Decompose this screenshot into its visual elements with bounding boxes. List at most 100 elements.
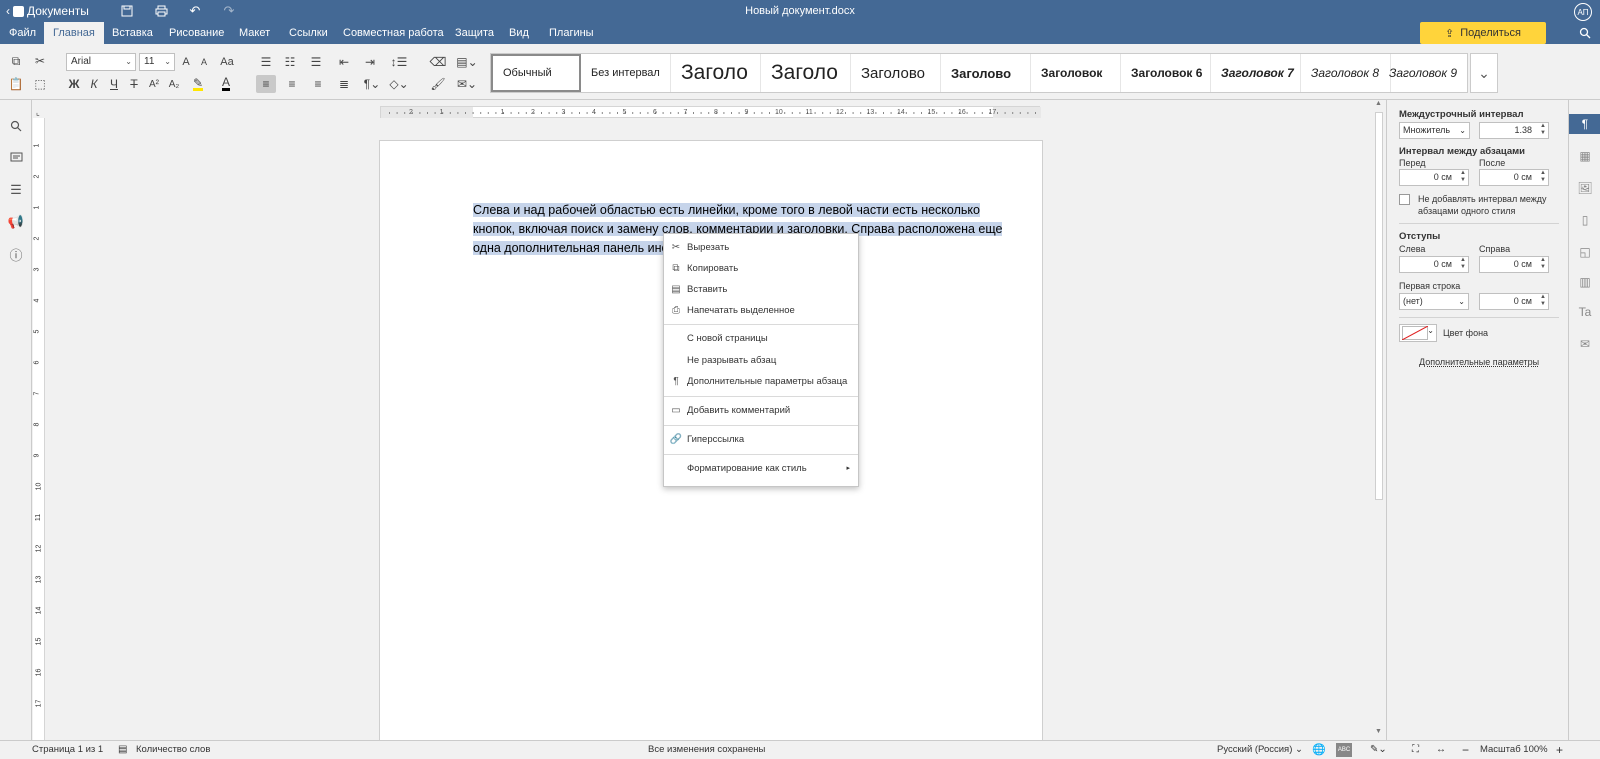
- style-heading-8[interactable]: Заголовок 8: [1301, 54, 1391, 92]
- menu-item-print-selection[interactable]: ⎙ Напечатать выделенное: [664, 300, 858, 321]
- decrease-indent-icon[interactable]: ⇤: [334, 53, 354, 71]
- clear-format-icon[interactable]: ⌫: [428, 53, 448, 71]
- shape-settings-icon[interactable]: ◱: [1575, 242, 1595, 262]
- feedback-icon[interactable]: 📢: [6, 212, 26, 232]
- spacing-after-input[interactable]: 0 см ▲ ▼: [1479, 169, 1549, 186]
- print-icon[interactable]: [152, 3, 170, 19]
- tab-draw[interactable]: Рисование: [160, 22, 233, 44]
- tab-home[interactable]: Главная: [44, 22, 104, 44]
- increase-indent-icon[interactable]: ⇥: [360, 53, 380, 71]
- tab-layout[interactable]: Макет: [230, 22, 279, 44]
- back-to-documents[interactable]: ‹ Документы: [6, 3, 89, 19]
- tab-plugins[interactable]: Плагины: [540, 22, 603, 44]
- underline-button[interactable]: Ч: [104, 75, 124, 93]
- word-count[interactable]: Количество слов: [136, 741, 210, 759]
- style-heading-1[interactable]: Заголо: [671, 54, 761, 92]
- tab-insert[interactable]: Вставка: [103, 22, 162, 44]
- font-name-select[interactable]: Arial ⌄: [66, 53, 136, 71]
- menu-item-hyperlink[interactable]: 🔗 Гиперссылка: [664, 429, 858, 450]
- align-left-icon[interactable]: ≡: [256, 75, 276, 93]
- style-heading-9[interactable]: Заголовок 9: [1379, 54, 1469, 92]
- language-select[interactable]: Русский (Россия) ⌄: [1217, 741, 1303, 759]
- superscript-button[interactable]: A²: [144, 75, 164, 93]
- justify-icon[interactable]: ≣: [334, 75, 354, 93]
- scroll-down-icon[interactable]: ▼: [1375, 728, 1382, 735]
- vertical-scrollbar[interactable]: ▲ ▼: [1373, 100, 1385, 740]
- undo-icon[interactable]: ↶: [186, 3, 204, 19]
- menu-item-page-break-before[interactable]: С новой страницы: [664, 328, 858, 349]
- table-settings-icon[interactable]: ▦: [1575, 146, 1595, 166]
- strikethrough-button[interactable]: Т: [124, 75, 144, 93]
- redo-icon[interactable]: ↷: [220, 3, 238, 19]
- zoom-in-button[interactable]: +: [1556, 741, 1563, 759]
- tab-stop-selector[interactable]: ⌞: [36, 108, 46, 118]
- spacing-before-input[interactable]: 0 см ▲ ▼: [1399, 169, 1469, 186]
- menu-item-cut[interactable]: ✂ Вырезать: [664, 237, 858, 258]
- style-heading-2[interactable]: Заголо: [761, 54, 851, 92]
- spinner-icon[interactable]: ▲ ▼: [1540, 123, 1546, 137]
- cut-icon[interactable]: ✂: [30, 52, 50, 70]
- scroll-up-icon[interactable]: ▲: [1375, 100, 1382, 107]
- spinner-icon[interactable]: ▲ ▼: [1460, 257, 1466, 271]
- spinner-icon[interactable]: ▲ ▼: [1460, 170, 1466, 184]
- paste-icon[interactable]: 📋: [6, 75, 26, 93]
- italic-button[interactable]: К: [84, 75, 104, 93]
- save-icon[interactable]: [118, 3, 136, 19]
- style-normal[interactable]: Обычный: [491, 54, 581, 92]
- font-color-button[interactable]: A: [214, 75, 238, 93]
- indent-left-input[interactable]: 0 см ▲ ▼: [1399, 256, 1469, 273]
- header-footer-icon[interactable]: ▯: [1575, 210, 1595, 230]
- format-painter-icon[interactable]: 🖌: [428, 75, 448, 93]
- style-heading-5[interactable]: Заголовок: [1031, 54, 1121, 92]
- bg-color-picker[interactable]: ⌄: [1399, 324, 1437, 342]
- scrollbar-thumb[interactable]: [1375, 112, 1383, 500]
- text-art-icon[interactable]: Ta: [1575, 302, 1595, 322]
- paragraph-settings-icon[interactable]: ¶: [1569, 114, 1600, 134]
- line-spacing-mode-select[interactable]: Множитель ⌄: [1399, 122, 1470, 139]
- menu-item-keep-lines[interactable]: Не разрывать абзац: [664, 350, 858, 371]
- fit-page-icon[interactable]: ⛶: [1412, 741, 1419, 759]
- page-info[interactable]: Страница 1 из 1: [32, 741, 103, 759]
- image-settings-icon[interactable]: 🖼: [1575, 178, 1595, 198]
- mail-merge-icon[interactable]: ✉: [1575, 334, 1595, 354]
- menu-item-format-as-style[interactable]: Форматирование как стиль ▸: [664, 458, 858, 479]
- style-heading-4[interactable]: Заголово: [941, 54, 1031, 92]
- tab-protection[interactable]: Защита: [446, 22, 503, 44]
- tab-file[interactable]: Файл: [0, 22, 45, 44]
- select-all-icon[interactable]: ⬚: [30, 75, 50, 93]
- comments-icon[interactable]: [6, 148, 26, 168]
- info-icon[interactable]: ⓘ: [6, 244, 26, 264]
- fit-width-icon[interactable]: ↔: [1436, 741, 1446, 759]
- highlight-icon[interactable]: ✎: [186, 75, 210, 93]
- bold-button[interactable]: Ж: [64, 75, 84, 93]
- doc-language-icon[interactable]: 🌐: [1312, 741, 1326, 759]
- vertical-ruler[interactable]: 1 2 1 2 3 4 5 6 7 8 9 10 11 12 13 14 15 16 17: [33, 118, 45, 740]
- user-avatar[interactable]: АП: [1574, 3, 1592, 21]
- spellcheck-icon[interactable]: ABC: [1336, 743, 1352, 757]
- advanced-settings-link[interactable]: Дополнительные параметры: [1419, 357, 1539, 367]
- horizontal-ruler[interactable]: 2 1 1 2 3 4 5 6 7 8 9 10 11 12 13 14 15 16 17: [380, 106, 1041, 119]
- tab-view[interactable]: Вид: [500, 22, 538, 44]
- style-no-spacing[interactable]: Без интервал: [581, 54, 671, 92]
- menu-item-add-comment[interactable]: ▭ Добавить комментарий: [664, 400, 858, 421]
- pilcrow-icon[interactable]: ¶⌄: [360, 75, 384, 93]
- menu-item-copy[interactable]: ⧉ Копировать: [664, 258, 858, 279]
- style-heading-3[interactable]: Заголово: [851, 54, 941, 92]
- style-heading-6[interactable]: Заголовок 6: [1121, 54, 1211, 92]
- numbered-list-icon[interactable]: ☷: [280, 53, 300, 71]
- tab-references[interactable]: Ссылки: [280, 22, 337, 44]
- spinner-icon[interactable]: ▲ ▼: [1540, 257, 1546, 271]
- track-changes-icon[interactable]: ✎⌄: [1370, 741, 1387, 759]
- share-button[interactable]: ⇪ Поделиться: [1420, 22, 1546, 44]
- multilevel-list-icon[interactable]: ☰: [306, 53, 326, 71]
- shading-icon[interactable]: ◇⌄: [386, 75, 412, 93]
- menu-item-paste[interactable]: ▤ Вставить: [664, 279, 858, 300]
- spinner-icon[interactable]: ▲ ▼: [1540, 170, 1546, 184]
- tab-collaboration[interactable]: Совместная работа: [334, 22, 453, 44]
- zoom-out-button[interactable]: −: [1462, 741, 1469, 759]
- subscript-button[interactable]: A₂: [164, 75, 184, 93]
- grow-font-icon[interactable]: A: [176, 53, 196, 71]
- mail-merge-icon[interactable]: ✉⌄: [454, 75, 480, 93]
- line-spacing-icon[interactable]: ↕☰: [386, 53, 412, 71]
- change-case-icon[interactable]: Aa: [214, 53, 240, 71]
